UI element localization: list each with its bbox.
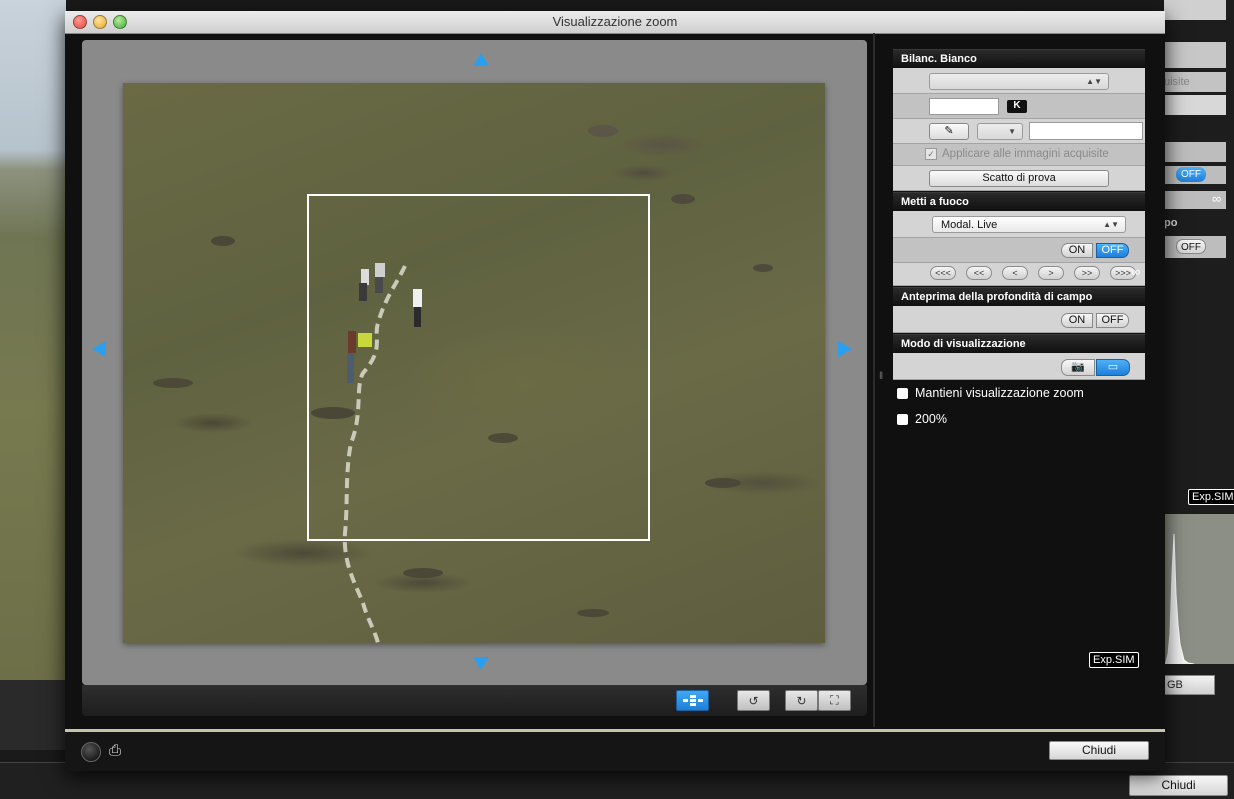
rotate-left-button[interactable]: ↺ xyxy=(737,690,770,711)
custom-wb-field[interactable] xyxy=(1029,122,1143,140)
zoom-frame[interactable] xyxy=(307,194,650,541)
background-row-acquisite: uisite xyxy=(1164,72,1226,92)
eyedropper-button[interactable]: ✎ xyxy=(929,123,969,140)
zoom-window: Visualizzazione zoom ↺ ↻ ⛶ ‖ Bilanc. Bia… xyxy=(65,11,1165,771)
background-off-button: OFF xyxy=(1176,239,1206,254)
focus-header: Metti a fuoco xyxy=(893,192,1145,211)
focus-far-small-button[interactable]: > xyxy=(1038,266,1064,280)
panel-splitter[interactable] xyxy=(873,33,875,727)
zoom-200-option[interactable]: 200% xyxy=(897,412,947,426)
grid-icon xyxy=(682,694,703,706)
rotate-right-icon: ↻ xyxy=(796,693,807,708)
fullscreen-icon: ⛶ xyxy=(830,693,839,707)
keep-zoom-label: Mantieni visualizzazione zoom xyxy=(915,386,1084,400)
pan-left-arrow-icon[interactable] xyxy=(92,341,106,357)
apply-to-captured-label: Applicare alle immagini acquisite xyxy=(942,148,1109,160)
background-select xyxy=(1164,0,1226,20)
focus-mode-value: Modal. Live xyxy=(941,219,998,231)
window-footer xyxy=(65,732,1165,771)
background-rgb-label: GB xyxy=(1167,679,1183,691)
white-balance-select[interactable]: ▲▼ xyxy=(929,73,1109,90)
pan-down-arrow-icon[interactable] xyxy=(473,657,489,670)
keep-zoom-option[interactable]: Mantieni visualizzazione zoom xyxy=(897,386,1084,400)
camera-icon: 📷 xyxy=(1071,361,1085,373)
kelvin-unit-label: K xyxy=(1007,100,1027,113)
background-left-bar xyxy=(0,680,66,750)
background-select xyxy=(1164,142,1226,162)
depth-preview-header: Anteprima della profondità di campo xyxy=(893,287,1145,306)
camera-connection-icon: ⎙ xyxy=(109,742,122,759)
color-temp-input[interactable] xyxy=(929,98,999,115)
background-rgb-button: GB xyxy=(1164,675,1215,695)
white-balance-header: Bilanc. Bianco xyxy=(893,49,1145,68)
dropdown-arrow-icon: ▼ xyxy=(1008,127,1016,136)
exp-sim-badge: Exp.SIM xyxy=(1089,652,1139,668)
monitor-icon: ▭ xyxy=(1107,361,1119,373)
focus-mode-select[interactable]: Modal. Live ▲▼ xyxy=(932,216,1126,233)
grid-layout-button[interactable] xyxy=(676,690,709,711)
apply-row: ✓ Applicare alle immagini acquisite xyxy=(893,144,1145,166)
background-row xyxy=(1164,95,1226,115)
depth-preview-off-button[interactable]: OFF xyxy=(1096,313,1129,328)
camera-display-button[interactable]: 📷 xyxy=(1061,359,1095,376)
fit-screen-button[interactable]: ⛶ xyxy=(818,690,851,711)
white-balance-row: ▲▼ xyxy=(893,68,1145,94)
focus-on-button[interactable]: ON xyxy=(1061,243,1093,258)
focus-toggle-row: ON OFF xyxy=(893,238,1145,263)
window-title: Visualizzazione zoom xyxy=(552,14,678,29)
background-histogram xyxy=(1164,514,1234,664)
splitter-handle-icon[interactable]: ‖ xyxy=(879,371,883,382)
zoom-200-checkbox[interactable] xyxy=(897,413,908,425)
color-temp-row: K xyxy=(893,94,1145,119)
title-bar[interactable]: Visualizzazione zoom xyxy=(65,11,1165,34)
keep-zoom-checkbox[interactable] xyxy=(897,387,908,399)
background-off-toggle: OFF xyxy=(1176,167,1206,182)
test-shot-button[interactable]: Scatto di prova xyxy=(929,170,1109,187)
background-acquisite-text: uisite xyxy=(1164,76,1190,88)
background-row: OFF xyxy=(1164,166,1226,184)
close-button[interactable]: Chiudi xyxy=(1049,741,1149,760)
pan-up-arrow-icon[interactable] xyxy=(473,53,489,66)
record-indicator-icon xyxy=(81,742,101,762)
focus-far-medium-button[interactable]: >> xyxy=(1074,266,1100,280)
background-close-button: Chiudi xyxy=(1129,775,1228,796)
monitor-display-button[interactable]: ▭ xyxy=(1096,359,1130,376)
focus-steps-row: <<< << < > >> >>> xyxy=(893,263,1145,286)
focus-near-large-button[interactable]: <<< xyxy=(930,266,956,280)
focus-near-medium-button[interactable]: << xyxy=(966,266,992,280)
background-row: OFF xyxy=(1164,236,1226,258)
live-view-image[interactable] xyxy=(123,83,825,643)
display-mode-row: 📷 ▭ xyxy=(893,353,1145,380)
select-arrows-icon: ▲▼ xyxy=(1103,220,1119,229)
zoom-viewer xyxy=(82,40,867,685)
focus-off-button[interactable]: OFF xyxy=(1096,243,1129,258)
rotate-right-button[interactable]: ↻ xyxy=(785,690,818,711)
eyedropper-mode-select[interactable]: ▼ xyxy=(977,123,1023,140)
background-exp-sim-badge: Exp.SIM xyxy=(1188,489,1234,505)
select-arrows-icon: ▲▼ xyxy=(1086,77,1102,86)
apply-to-captured-checkbox[interactable]: ✓ Applicare alle immagini acquisite xyxy=(925,148,1109,160)
depth-preview-on-button[interactable]: ON xyxy=(1061,313,1093,328)
test-shot-row: Scatto di prova xyxy=(893,166,1145,191)
checkmark-icon: ✓ xyxy=(925,148,937,160)
pan-right-arrow-icon[interactable] xyxy=(838,341,852,357)
background-photo-preview xyxy=(0,0,66,680)
rotate-left-icon: ↺ xyxy=(748,693,759,708)
display-mode-header: Modo di visualizzazione xyxy=(893,334,1145,353)
focus-near-small-button[interactable]: < xyxy=(1002,266,1028,280)
viewer-toolbar: ↺ ↻ ⛶ xyxy=(82,685,867,716)
background-infinity-icon: ∞ xyxy=(1212,191,1222,206)
zoom-200-label: 200% xyxy=(915,412,947,426)
background-header-snippet: po xyxy=(1164,217,1178,229)
eyedropper-row: ✎ ▼ xyxy=(893,119,1145,144)
infinity-icon: ∞ xyxy=(1131,264,1141,279)
eyedropper-icon: ✎ xyxy=(944,125,954,137)
background-row xyxy=(1164,42,1226,68)
depth-preview-row: ON OFF xyxy=(893,306,1145,333)
focus-mode-row: Modal. Live ▲▼ xyxy=(893,211,1145,238)
